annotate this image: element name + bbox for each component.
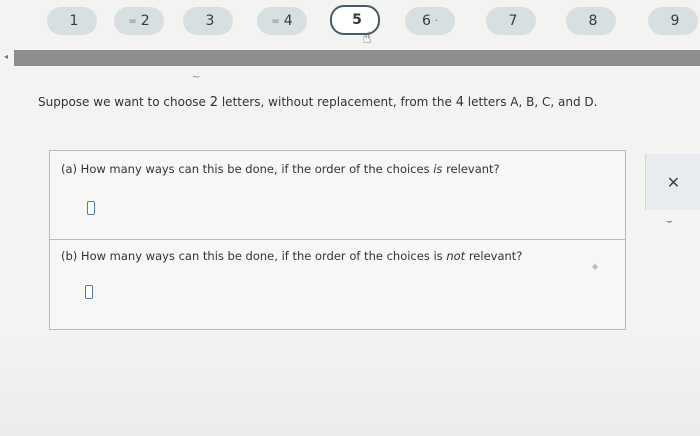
step-label: 2 <box>140 13 150 29</box>
problem-text: letters A, B, C, and D. <box>463 95 598 109</box>
problem-number: 4 <box>455 95 464 110</box>
step-label: 9 <box>670 13 680 29</box>
step-label: 5 <box>352 12 362 28</box>
problem-number: 2 <box>209 95 219 110</box>
question-text: relevant? <box>465 249 523 263</box>
step-marker: · <box>434 15 439 27</box>
progress-fill <box>14 50 700 66</box>
step-8-button[interactable]: 8 <box>566 7 616 35</box>
question-text: (a) How many ways can this be done, if t… <box>61 162 434 176</box>
hand-cursor-icon: ☝ <box>362 28 372 47</box>
step-2-button[interactable]: = 2 <box>114 7 164 35</box>
step-marker: = <box>271 15 280 27</box>
background-area <box>0 336 700 436</box>
problem-statement: Suppose we want to choose 2 letters, wit… <box>38 95 638 110</box>
step-label: 7 <box>508 13 518 29</box>
step-6-button[interactable]: 6 · <box>405 7 455 35</box>
answer-b-input[interactable] <box>85 285 93 299</box>
answer-a-input[interactable] <box>87 201 95 215</box>
progress-bar <box>14 50 700 66</box>
step-4-button[interactable]: = 4 <box>257 7 307 35</box>
step-3-button[interactable]: 3 <box>183 7 233 35</box>
question-a-text: (a) How many ways can this be done, if t… <box>61 162 500 176</box>
step-marker: = <box>128 15 137 27</box>
step-label: 1 <box>69 13 79 29</box>
question-nav: 1 = 2 3 = 4 5 6 · 7 8 9 ☝ <box>0 0 700 47</box>
check-mark-icon: ⌣ <box>666 216 673 227</box>
step-label: 8 <box>588 13 598 29</box>
question-text: relevant? <box>442 162 500 176</box>
decorative-dot: ◆ <box>592 262 599 271</box>
scroll-left-icon[interactable]: ◂ <box>4 52 8 61</box>
question-b-text: (b) How many ways can this be done, if t… <box>61 249 522 263</box>
question-emphasis: not <box>446 249 466 263</box>
problem-text: Suppose we want to choose <box>38 95 210 109</box>
step-label: 6 <box>421 13 431 29</box>
side-panel: ✕ <box>645 154 700 210</box>
step-9-button[interactable]: 9 <box>648 7 698 35</box>
question-box: (a) How many ways can this be done, if t… <box>49 150 626 330</box>
step-label: 3 <box>205 13 215 29</box>
problem-text: letters, without replacement, from the <box>218 95 456 109</box>
question-text: (b) How many ways can this be done, if t… <box>61 249 447 263</box>
step-1-button[interactable]: 1 <box>47 7 97 35</box>
close-icon[interactable]: ✕ <box>667 173 680 192</box>
scribble-mark: ~ <box>192 72 201 83</box>
step-label: 4 <box>283 13 293 29</box>
divider <box>50 239 625 240</box>
step-7-button[interactable]: 7 <box>486 7 536 35</box>
step-5-button[interactable]: 5 <box>330 5 380 35</box>
